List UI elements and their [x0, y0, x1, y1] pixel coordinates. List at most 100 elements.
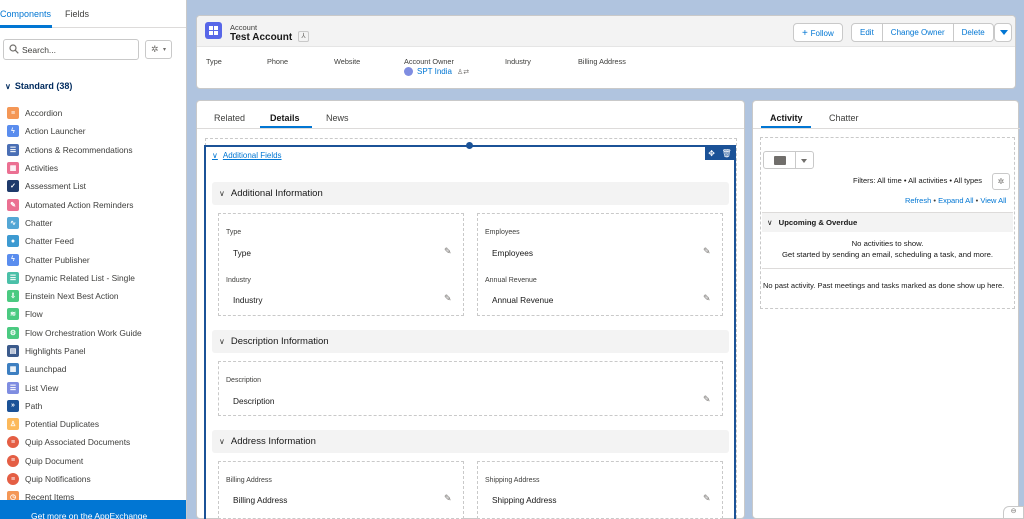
- tab-chatter[interactable]: Chatter: [829, 113, 859, 123]
- quip-icon: ≡: [7, 473, 19, 486]
- component-item[interactable]: ≡ Quip Associated Documents: [7, 433, 142, 451]
- more-actions-button[interactable]: [994, 23, 1012, 42]
- empty-activity-message: No activities to show. Get started by se…: [781, 239, 994, 259]
- appexchange-link[interactable]: Get more on the AppExchange: [0, 500, 186, 519]
- field-label-shipping-address: Shipping Address: [485, 477, 540, 484]
- component-item[interactable]: ≡ Quip Document: [7, 452, 142, 470]
- field-column-right: [477, 461, 723, 519]
- edit-button[interactable]: Edit: [852, 24, 883, 41]
- chatter-icon: ∿: [7, 216, 19, 229]
- bolt-icon: ϟ: [7, 253, 19, 266]
- pencil-icon[interactable]: ✎: [444, 493, 452, 504]
- component-item[interactable]: ⇩ Einstein Next Best Action: [7, 287, 142, 305]
- component-item[interactable]: ⚙ Flow Orchestration Work Guide: [7, 324, 142, 342]
- chevron-down-icon: ∨: [5, 82, 11, 91]
- standard-components-header[interactable]: ∨ Standard (38): [5, 81, 72, 91]
- owner-link[interactable]: SPT India: [417, 67, 452, 76]
- component-item[interactable]: ▤ Highlights Panel: [7, 342, 142, 360]
- component-item[interactable]: ♙ Potential Duplicates: [7, 415, 142, 433]
- help-icon[interactable]: ⊖: [1003, 506, 1024, 519]
- account-icon: [205, 22, 222, 39]
- component-item[interactable]: ☰ Dynamic Related List - Single: [7, 269, 142, 287]
- component-item[interactable]: ≋ Flow: [7, 305, 142, 323]
- pencil-icon[interactable]: ✎: [444, 293, 452, 304]
- component-item[interactable]: ≡ Accordion: [7, 104, 142, 122]
- pencil-icon[interactable]: ✎: [703, 293, 711, 304]
- tab-related[interactable]: Related: [214, 113, 245, 123]
- hierarchy-icon[interactable]: ⅄: [298, 31, 309, 42]
- component-palette: Components Fields ✲ ▾ ∨Standard (38) ≡Ac…: [0, 0, 187, 519]
- component-item[interactable]: ✎ Automated Action Reminders: [7, 195, 142, 213]
- person-icon: ♙: [7, 418, 19, 431]
- field-value-billing-address: Billing Address: [233, 495, 288, 505]
- tab-components[interactable]: Components: [0, 9, 51, 19]
- pencil-icon[interactable]: ✎: [444, 246, 452, 257]
- palette-tabs: Components Fields: [0, 0, 186, 28]
- expand-all-link[interactable]: Expand All: [938, 196, 973, 205]
- component-item[interactable]: » Path: [7, 397, 142, 415]
- calendar-icon: ▦: [7, 162, 19, 175]
- pencil-icon[interactable]: ✎: [703, 394, 711, 405]
- field-column-left: [218, 461, 464, 519]
- activity-tabs: Activity Chatter: [753, 101, 1020, 129]
- view-all-link[interactable]: View All: [980, 196, 1006, 205]
- bolt-icon: ϟ: [7, 125, 19, 138]
- pencil-icon[interactable]: ✎: [703, 246, 711, 257]
- search-icon: [9, 44, 19, 54]
- trash-icon[interactable]: 🗑: [722, 149, 732, 158]
- email-icon: [774, 156, 786, 165]
- component-item[interactable]: ∿ Chatter: [7, 214, 142, 232]
- activity-links: Refresh • Expand All • View All: [905, 196, 1007, 205]
- drag-handle[interactable]: [466, 142, 473, 149]
- move-icon[interactable]: ✥: [708, 149, 715, 158]
- no-past-activity-message: No past activity. Past meetings and task…: [763, 281, 1005, 290]
- component-item[interactable]: ☰ List View: [7, 378, 142, 396]
- tab-details[interactable]: Details: [270, 113, 300, 123]
- avatar: [404, 67, 413, 76]
- component-item[interactable]: ▦ Activities: [7, 159, 142, 177]
- email-action-button[interactable]: [763, 151, 814, 169]
- filter-settings-button[interactable]: ✲: [992, 173, 1010, 190]
- highlight-label-billing-address: Billing Address: [578, 57, 626, 66]
- component-search[interactable]: [3, 39, 139, 60]
- follow-button[interactable]: + Follow: [794, 24, 842, 41]
- upcoming-overdue-header[interactable]: ∨ Upcoming & Overdue: [762, 212, 1013, 232]
- quip-icon: ≡: [7, 454, 19, 467]
- palette-settings-button[interactable]: ✲ ▾: [145, 40, 172, 59]
- gear-icon: ✲: [997, 177, 1005, 186]
- tab-activity[interactable]: Activity: [770, 113, 803, 123]
- tab-news[interactable]: News: [326, 113, 349, 123]
- component-item[interactable]: ▦ Launchpad: [7, 360, 142, 378]
- panel-icon: ▤: [7, 345, 19, 357]
- change-owner-icon[interactable]: ♙⇄: [457, 68, 469, 76]
- delete-button[interactable]: Delete: [954, 24, 993, 41]
- additional-fields-header[interactable]: ∨ Additional Fields: [212, 151, 282, 160]
- component-item[interactable]: ≡ Quip Notifications: [7, 470, 142, 488]
- pencil-icon[interactable]: ✎: [703, 493, 711, 504]
- component-item[interactable]: ϟ Chatter Publisher: [7, 250, 142, 268]
- account-owner-value: SPT India ♙⇄: [404, 67, 469, 76]
- section-description-information[interactable]: ∨ Description Information: [212, 330, 729, 353]
- field-value-shipping-address: Shipping Address: [492, 495, 557, 505]
- chat-bubble-icon: ●: [7, 235, 19, 248]
- component-item[interactable]: ☰ Actions & Recommendations: [7, 141, 142, 159]
- highlight-label-website: Website: [334, 57, 361, 66]
- highlight-label-type: Type: [206, 57, 222, 66]
- guide-icon: ⚙: [7, 326, 19, 339]
- chevron-down-icon: ▾: [163, 47, 167, 53]
- record-highlights-panel[interactable]: Account Test Account ⅄ + Follow Edit Cha…: [196, 15, 1016, 89]
- section-additional-information[interactable]: ∨ Additional Information: [212, 182, 729, 205]
- refresh-link[interactable]: Refresh: [905, 196, 931, 205]
- reminder-icon: ✎: [7, 198, 19, 211]
- change-owner-button[interactable]: Change Owner: [883, 24, 954, 41]
- section-address-information[interactable]: ∨ Address Information: [212, 430, 729, 453]
- component-item[interactable]: ● Chatter Feed: [7, 232, 142, 250]
- record-actions: Edit Change Owner Delete: [851, 23, 994, 42]
- component-item[interactable]: ϟ Action Launcher: [7, 122, 142, 140]
- accordion-icon: ≡: [7, 107, 19, 120]
- component-list: ≡ Accordion ϟ Action Launcher ☰ Actions & R…: [7, 104, 142, 507]
- field-label-annual-revenue: Annual Revenue: [485, 277, 537, 284]
- search-input[interactable]: [22, 43, 132, 56]
- component-item[interactable]: ✓ Assessment List: [7, 177, 142, 195]
- tab-fields[interactable]: Fields: [65, 9, 89, 19]
